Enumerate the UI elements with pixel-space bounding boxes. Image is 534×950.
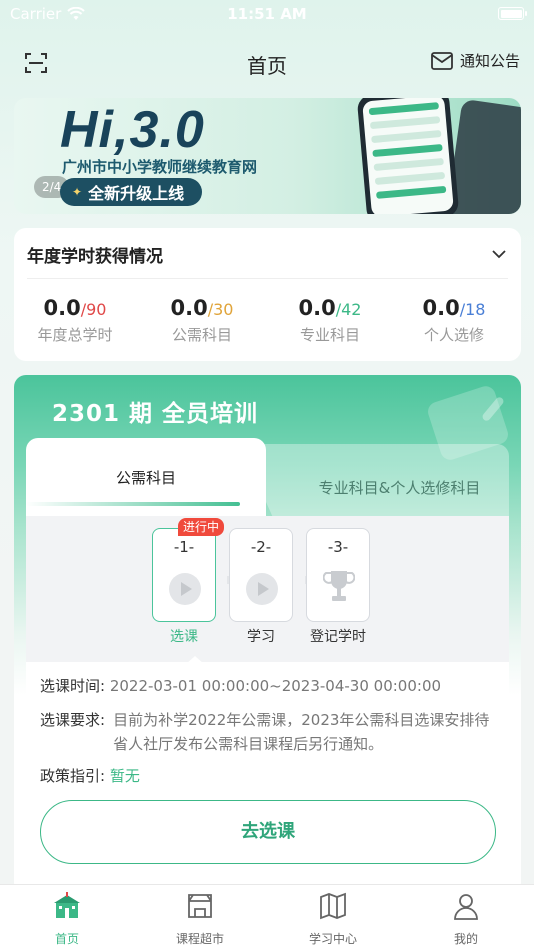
tab-public-subjects[interactable]: 公需科目 [26, 438, 266, 516]
bottom-tab-bar: 首页 课程超市 学习中心 我的 [0, 884, 534, 950]
stat-total-hours: 0.0/90 年度总学时 [20, 296, 130, 345]
play-icon [246, 573, 278, 605]
step-label: 登记学时 [310, 629, 366, 645]
tab-label: 学习中心 [308, 932, 357, 946]
training-card: 2301 期 全员培训 专业科目&个人选修科目 公需科目 -1- 进行中 -2-… [14, 375, 521, 895]
annual-hours-card: 年度学时获得情况 0.0/90 年度总学时 0.0/30 公需科目 0.0/42… [14, 228, 521, 361]
stat-personal-electives: 0.0/18 个人选修 [399, 296, 509, 345]
subject-tabs: 专业科目&个人选修科目 公需科目 [26, 438, 509, 516]
tab-underline [26, 502, 240, 506]
tab-professional-electives[interactable]: 专业科目&个人选修科目 [240, 444, 509, 516]
play-icon [169, 573, 201, 605]
info-key: 选课时间: [40, 677, 106, 695]
annual-hours-title: 年度学时获得情况 [27, 247, 163, 267]
tab-mine[interactable]: 我的 [416, 891, 516, 947]
step-number: -1- [173, 538, 195, 556]
policy-row: 政策指引: 暂无 [40, 764, 140, 788]
banner-subtitle: 广州市中小学教师继续教育网 [62, 158, 258, 176]
banner-tagline-text: 全新升级上线 [88, 184, 185, 203]
mail-icon [431, 51, 453, 70]
stat-max: /30 [207, 300, 234, 319]
tab-course-market[interactable]: 课程超市 [150, 891, 250, 947]
store-icon [188, 894, 212, 918]
status-bar: Carrier 11:51 AM [0, 0, 534, 28]
banner-tagline: ✦ 全新升级上线 [60, 178, 203, 206]
banner-headline: Hi,3.0 [60, 101, 205, 159]
tab-label: 我的 [453, 932, 478, 946]
select-requirement-row: 选课要求: 目前为补学2022年公需课，2023年公需科目选课安排待省人社厅发布… [40, 708, 495, 756]
step-number: -2- [250, 538, 272, 556]
trophy-icon [323, 571, 355, 601]
stat-max: /42 [335, 300, 362, 319]
notice-label: 通知公告 [459, 52, 520, 70]
tab-home[interactable]: 首页 [17, 891, 117, 947]
info-value: 目前为补学2022年公需课，2023年公需科目选课安排待省人社厅发布公需科目课程… [113, 711, 490, 753]
stat-value: 0.0 [170, 296, 208, 320]
stat-value: 0.0 [422, 296, 460, 320]
phone-illustration [356, 98, 460, 214]
step-select-course[interactable]: -1- [152, 528, 216, 622]
stat-label: 专业科目 [299, 326, 360, 344]
step-register-hours[interactable]: -3- [306, 528, 370, 622]
divider [27, 278, 508, 279]
tab-study-center[interactable]: 学习中心 [283, 891, 383, 947]
notice-button[interactable]: 通知公告 [431, 50, 520, 71]
stat-label: 公需科目 [171, 326, 232, 344]
chevron-down-icon[interactable] [491, 246, 507, 262]
stat-value: 0.0 [43, 296, 81, 320]
promo-banner[interactable]: Hi,3.0 广州市中小学教师继续教育网 2/4 ✦ 全新升级上线 [14, 98, 521, 214]
progress-steps: -1- 进行中 -2- -3- 选课 学习 登记学时 [26, 516, 509, 664]
tab-label: 公需科目 [115, 469, 176, 487]
step-study[interactable]: -2- [229, 528, 293, 622]
tab-label: 专业科目&个人选修科目 [318, 479, 481, 497]
select-time-row: 选课时间: 2022-03-01 00:00:00~2023-04-30 00:… [40, 674, 441, 698]
status-badge: 进行中 [178, 518, 225, 536]
clock: 11:51 AM [227, 5, 307, 23]
stat-public-subjects: 0.0/30 公需科目 [147, 296, 257, 345]
training-title: 2301 期 全员培训 [52, 401, 259, 427]
select-course-button[interactable]: 去选课 [40, 800, 496, 864]
sparkle-icon: ✦ [72, 185, 83, 199]
info-value[interactable]: 暂无 [110, 767, 140, 785]
course-info: 选课时间: 2022-03-01 00:00:00~2023-04-30 00:… [26, 662, 509, 895]
info-value: 2022-03-01 00:00:00~2023-04-30 00:00:00 [109, 677, 442, 695]
book-icon [320, 892, 346, 920]
stat-label: 年度总学时 [37, 326, 113, 344]
stat-label: 个人选修 [423, 326, 484, 344]
nav-bar: 首页 通知公告 [0, 42, 534, 84]
school-icon [54, 892, 80, 918]
stat-max: /18 [459, 300, 486, 319]
step-number: -3- [327, 538, 349, 556]
tab-label: 课程超市 [175, 932, 224, 946]
info-key: 选课要求: [40, 711, 106, 729]
stat-professional-subjects: 0.0/42 专业科目 [275, 296, 385, 345]
battery-icon [498, 7, 527, 20]
user-icon [454, 894, 478, 920]
stat-max: /90 [80, 300, 107, 319]
info-key: 政策指引: [40, 767, 106, 785]
stat-value: 0.0 [298, 296, 336, 320]
tab-label: 首页 [54, 932, 79, 946]
